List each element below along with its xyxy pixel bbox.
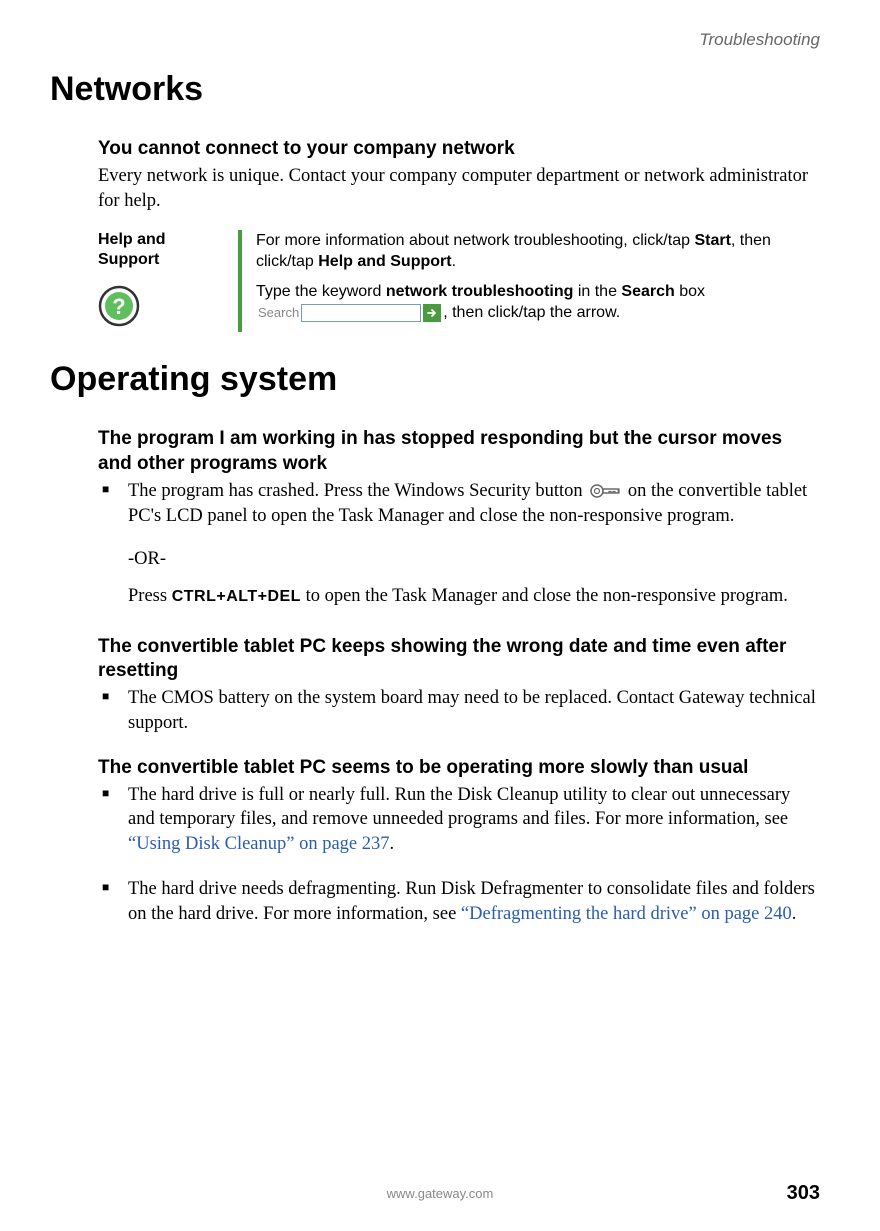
bullet-list-1: The program has crashed. Press the Windo… — [98, 479, 820, 529]
os-content: The program I am working in has stopped … — [98, 427, 820, 927]
svg-text:?: ? — [112, 294, 125, 319]
list-item: The hard drive needs defragmenting. Run … — [98, 877, 820, 927]
help-box-left: Help and Support ? — [98, 230, 238, 333]
list-item: The program has crashed. Press the Windo… — [98, 479, 820, 529]
list-text: The program has crashed. Press the Windo… — [128, 481, 587, 501]
list-text: The hard drive is full or nearly full. R… — [128, 785, 790, 830]
help-line-1: For more information about network troub… — [256, 230, 820, 273]
page-footer: www.gateway.com 303 — [0, 1186, 880, 1201]
or-divider: -OR- — [128, 549, 820, 570]
alt-text: Press — [128, 586, 172, 606]
help-bold-keyword: network troubleshooting — [386, 283, 574, 300]
help-text: box — [675, 283, 705, 300]
help-bold-hs: Help and Support — [318, 253, 451, 270]
help-text: in the — [573, 283, 621, 300]
help-text: Type the keyword — [256, 283, 386, 300]
list-text: . — [792, 904, 797, 924]
help-question-icon: ? — [98, 285, 140, 327]
help-text: . — [452, 253, 456, 270]
help-text: For more information about network troub… — [256, 232, 694, 249]
list-item: The hard drive is full or nearly full. R… — [98, 783, 820, 858]
networks-content: You cannot connect to your company netwo… — [98, 137, 820, 332]
help-text: , then click/tap the arrow. — [443, 304, 620, 321]
help-bold-search: Search — [621, 283, 674, 300]
keycap-ctrl-alt-del: CTRL+ALT+DEL — [172, 588, 301, 605]
help-and-support-box: Help and Support ? For more information … — [98, 230, 820, 333]
help-box-right: For more information about network troub… — [238, 230, 820, 332]
help-line-2: Type the keyword network troubleshooting… — [256, 281, 820, 324]
body-cannot-connect: Every network is unique. Contact your co… — [98, 164, 820, 214]
help-label: Help and Support — [98, 230, 226, 272]
list-text: . — [390, 834, 395, 854]
key-icon — [589, 480, 621, 502]
search-input-illustration — [301, 304, 421, 322]
xref-defrag[interactable]: “Defragmenting the hard drive” on page 2… — [461, 904, 792, 924]
xref-disk-cleanup[interactable]: “Using Disk Cleanup” on page 237 — [128, 834, 390, 854]
search-arrow-icon — [423, 304, 441, 322]
bullet-list-3: The hard drive is full or nearly full. R… — [98, 783, 820, 928]
chapter-header: Troubleshooting — [50, 30, 820, 50]
subheading-cannot-connect: You cannot connect to your company netwo… — [98, 137, 820, 162]
alt-instruction: Press CTRL+ALT+DEL to open the Task Mana… — [128, 584, 820, 609]
help-bold-start: Start — [694, 232, 730, 249]
footer-page-number: 303 — [787, 1182, 820, 1205]
list-item: The CMOS battery on the system board may… — [98, 686, 820, 736]
section-networks-title: Networks — [50, 70, 820, 109]
alt-text: to open the Task Manager and close the n… — [301, 586, 788, 606]
footer-url: www.gateway.com — [387, 1186, 494, 1201]
subheading-program-stopped: The program I am working in has stopped … — [98, 427, 820, 476]
subheading-slow: The convertible tablet PC seems to be op… — [98, 756, 820, 781]
bullet-list-2: The CMOS battery on the system board may… — [98, 686, 820, 736]
search-widget: Search — [258, 304, 441, 322]
subheading-wrong-date: The convertible tablet PC keeps showing … — [98, 635, 820, 684]
search-label-gray: Search — [258, 304, 299, 322]
section-os-title: Operating system — [50, 360, 820, 399]
